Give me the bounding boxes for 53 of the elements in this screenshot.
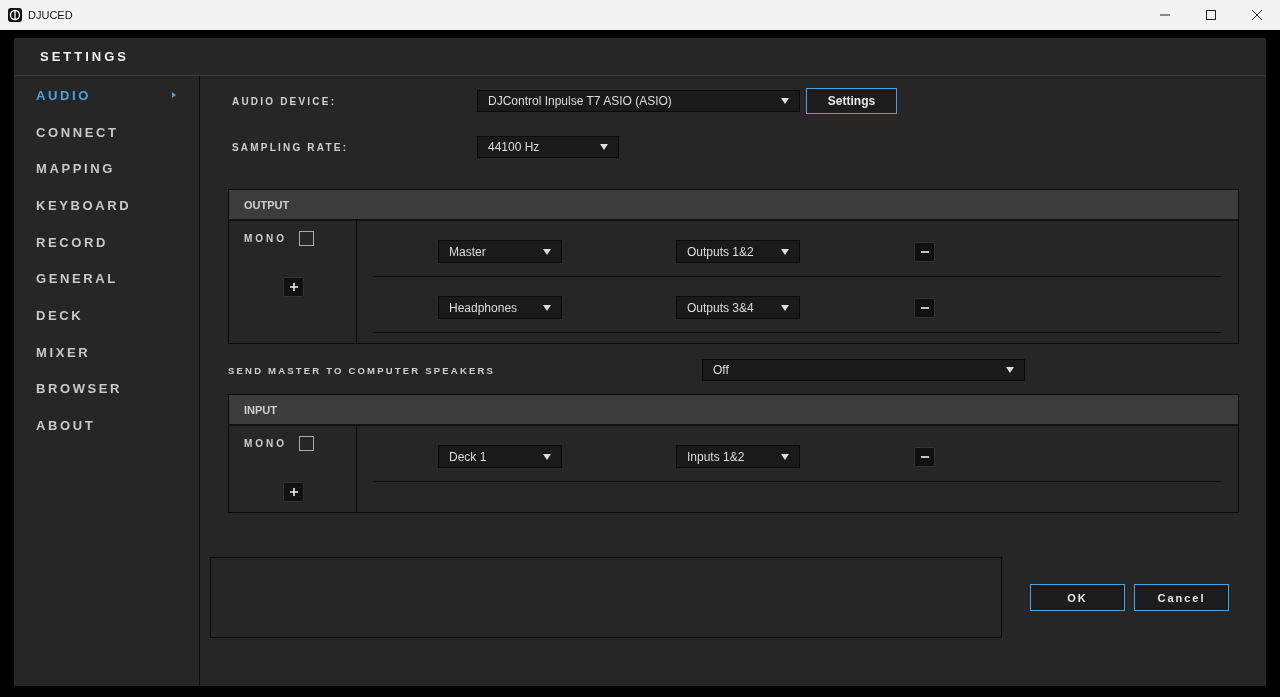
sidebar-item[interactable]: MIXER [14, 333, 176, 371]
sidebar-item[interactable]: DECK [14, 297, 176, 334]
caret-down-icon [781, 304, 789, 311]
sidebar-item[interactable]: AUDIO [14, 77, 176, 114]
caret-down-icon [543, 453, 551, 460]
checkbox[interactable] [299, 231, 315, 246]
caret-down-icon [781, 98, 789, 104]
sidebar-item[interactable]: CONNECT [14, 113, 176, 151]
close-icon[interactable] [1252, 10, 1262, 20]
sidebar-item[interactable]: RECORD [14, 223, 176, 261]
settings-button[interactable]: Settings [806, 88, 897, 114]
section-header: INPUT [229, 395, 1238, 426]
ok-button[interactable]: OK [1030, 584, 1125, 611]
dropdown[interactable]: DJControl Inpulse T7 ASIO (ASIO) [477, 90, 800, 112]
dropdown[interactable]: Outputs 3&4 [676, 296, 800, 319]
dropdown[interactable]: Headphones [438, 296, 562, 319]
caret-down-icon [781, 453, 789, 460]
dropdown[interactable]: Inputs 1&2 [676, 445, 800, 468]
maximize-icon[interactable] [1206, 10, 1216, 20]
sidebar-item[interactable]: GENERAL [14, 260, 176, 298]
plus-icon [289, 283, 298, 291]
remove-icon-button[interactable] [914, 241, 935, 262]
dropdown[interactable]: 44100 Hz [477, 136, 619, 158]
dropdown[interactable]: Deck 1 [438, 445, 562, 468]
add-icon-button[interactable] [283, 482, 304, 502]
section-header: OUTPUT [229, 190, 1238, 221]
dropdown[interactable]: Off [702, 359, 1025, 381]
plus-icon [289, 488, 298, 496]
caret-down-icon [600, 144, 608, 150]
app-logo-icon [8, 8, 22, 22]
caret-down-icon [1006, 367, 1014, 373]
checkbox[interactable] [299, 436, 315, 451]
field-label: SEND MASTER TO COMPUTER SPEAKERS [228, 364, 497, 376]
remove-icon-button[interactable] [914, 297, 935, 318]
checkbox-label: MONO [244, 233, 288, 244]
settings-title: SETTINGS [40, 49, 129, 64]
checkbox-label: MONO [244, 438, 288, 449]
caret-down-icon [543, 304, 551, 311]
add-icon-button[interactable] [283, 277, 304, 297]
caret-down-icon [781, 248, 789, 255]
caret-right-icon [172, 92, 176, 99]
dropdown[interactable]: Outputs 1&2 [676, 240, 800, 263]
dropdown[interactable]: Master [438, 240, 562, 263]
sidebar-item[interactable]: ABOUT [14, 407, 176, 444]
field-label: AUDIO DEVICE: [231, 95, 338, 107]
sidebar-item[interactable]: MAPPING [14, 150, 176, 188]
field-label: SAMPLING RATE: [231, 141, 350, 153]
sidebar-item[interactable]: BROWSER [14, 370, 176, 408]
sidebar-item[interactable]: KEYBOARD [14, 187, 176, 224]
cancel-button[interactable]: Cancel [1134, 584, 1229, 611]
window-title: DJUCED [28, 9, 73, 21]
remove-icon-button[interactable] [914, 446, 935, 467]
caret-down-icon [543, 248, 551, 255]
